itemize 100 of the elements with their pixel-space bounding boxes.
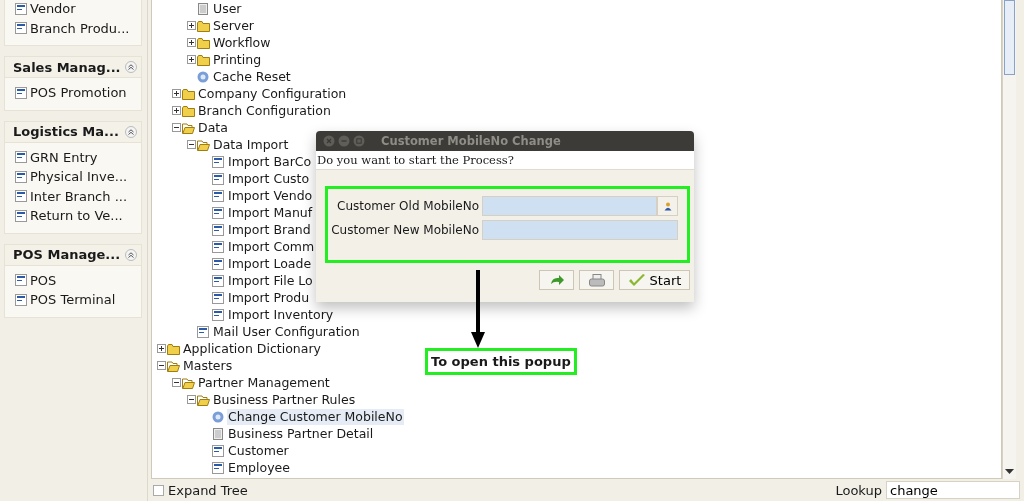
window-icon xyxy=(15,293,27,306)
expand-icon[interactable] xyxy=(172,89,181,98)
tree-item[interactable]: Import Brand xyxy=(227,221,312,238)
input-field[interactable] xyxy=(482,220,678,240)
window-icon xyxy=(15,151,27,164)
lookup-field[interactable]: change xyxy=(886,481,1020,499)
open-folder-icon xyxy=(167,359,180,372)
window-icon xyxy=(212,444,225,457)
menu-item[interactable]: POS Terminal xyxy=(30,292,116,308)
lookup-button[interactable] xyxy=(657,196,678,216)
menu-item[interactable]: Physical Inve... xyxy=(30,169,128,185)
window-icon xyxy=(212,240,225,253)
tree-item[interactable]: Mail User Configuration xyxy=(212,323,361,340)
checkbox-label[interactable]: Expand Tree xyxy=(168,482,248,498)
redo-button[interactable] xyxy=(539,270,574,290)
tree-item[interactable]: Import Comm xyxy=(227,238,316,255)
tree-item[interactable]: Data xyxy=(197,119,229,136)
checkbox[interactable] xyxy=(153,484,164,496)
tree-item[interactable]: Workflow xyxy=(212,34,272,51)
menu-item[interactable]: POS Promotion xyxy=(30,85,127,101)
tree-item[interactable]: Import Inventory xyxy=(227,306,335,323)
menu-item[interactable]: GRN Entry xyxy=(30,149,98,165)
field-label: Customer New MobileNo xyxy=(331,223,479,237)
field-label: Customer Old MobileNo xyxy=(336,199,479,213)
collapse-icon[interactable] xyxy=(187,395,196,404)
check-icon xyxy=(627,273,646,287)
curved-arrow-icon xyxy=(548,274,565,286)
print-button[interactable] xyxy=(579,270,614,290)
tree-item[interactable]: Import File Lo xyxy=(227,272,314,289)
window-icon xyxy=(15,86,27,99)
tree-item[interactable]: Partner Management xyxy=(197,374,331,391)
folder-icon xyxy=(197,19,210,32)
document-icon xyxy=(212,427,225,440)
panel-title: Sales Manag... xyxy=(13,59,121,75)
tree-item[interactable]: Import BarCo xyxy=(227,153,313,170)
scrollbar[interactable] xyxy=(1002,0,1016,479)
menu-item[interactable]: Return to Ve... xyxy=(30,208,123,224)
folder-icon xyxy=(167,342,180,355)
gear-icon xyxy=(197,70,210,83)
window-icon xyxy=(15,170,27,183)
window-icon xyxy=(15,274,27,287)
window-icon xyxy=(212,291,225,304)
window-title: Customer MobileNo Change xyxy=(381,134,561,148)
folder-icon xyxy=(182,87,195,100)
person-icon xyxy=(663,201,672,211)
panel-title: POS Manage... xyxy=(13,247,121,262)
expand-icon[interactable] xyxy=(187,38,196,47)
panel-title: Logistics Ma... xyxy=(13,124,119,139)
collapse-icon[interactable] xyxy=(172,378,181,387)
tree-item[interactable]: Application Dictionary xyxy=(182,340,322,357)
window-icon xyxy=(15,22,27,35)
window-icon xyxy=(212,155,225,168)
window-icon xyxy=(212,172,225,185)
tree-item[interactable]: Branch Configuration xyxy=(197,102,332,119)
collapse-icon[interactable] xyxy=(172,123,181,132)
start-button[interactable]: Start xyxy=(619,270,690,290)
menu-item[interactable]: Vendor xyxy=(30,1,76,17)
open-folder-icon xyxy=(182,376,195,389)
input-field[interactable] xyxy=(482,196,657,216)
window-icon xyxy=(212,257,225,270)
expand-icon[interactable] xyxy=(172,106,181,115)
annotation-label: To open this popup xyxy=(425,348,577,375)
tree-item[interactable]: Cache Reset xyxy=(212,68,292,85)
tree-item[interactable]: Business Partner Rules xyxy=(212,391,357,408)
window-icon xyxy=(212,223,225,236)
scroll-down-icon[interactable] xyxy=(1005,469,1014,475)
folder-icon xyxy=(197,36,210,49)
collapse-icon[interactable] xyxy=(187,140,196,149)
window-icon xyxy=(197,325,210,338)
printer-icon xyxy=(588,273,605,287)
tree-item[interactable]: Change Customer MobileNo xyxy=(227,408,404,425)
expand-icon[interactable] xyxy=(187,21,196,30)
tree-item[interactable]: Import Vendo xyxy=(227,187,314,204)
tree-item[interactable]: Masters xyxy=(182,357,234,374)
folder-icon xyxy=(182,104,195,117)
tree-item[interactable]: Import Custo xyxy=(227,170,311,187)
expand-icon[interactable] xyxy=(187,55,196,64)
open-folder-icon xyxy=(197,138,210,151)
tree-item[interactable]: Business Partner Detail xyxy=(227,425,375,442)
tree-item[interactable]: Import Loade xyxy=(227,255,313,272)
tree-item[interactable]: Server xyxy=(212,17,255,34)
menu-item[interactable]: Inter Branch ... xyxy=(30,188,128,204)
tree-item[interactable]: Data Import xyxy=(212,136,290,153)
menu-item[interactable]: Branch Produ... xyxy=(30,20,130,36)
tree-item[interactable]: Import Manuf xyxy=(227,204,314,221)
window-icon xyxy=(15,209,27,222)
open-folder-icon xyxy=(197,393,210,406)
tree-item[interactable]: Employee xyxy=(227,459,291,476)
collapse-icon[interactable] xyxy=(157,361,166,370)
lookup-label: Lookup xyxy=(835,482,882,498)
expand-icon[interactable] xyxy=(157,344,166,353)
tree-item[interactable]: Printing xyxy=(212,51,263,68)
tree-item[interactable]: Customer xyxy=(227,442,290,459)
tree-item[interactable]: Import Produ xyxy=(227,289,311,306)
tree-item[interactable]: Company Configuration xyxy=(197,85,348,102)
window-icon xyxy=(15,190,27,203)
menu-item[interactable]: POS xyxy=(30,272,57,288)
tree-item[interactable]: User xyxy=(212,0,243,17)
window-icon xyxy=(212,461,225,474)
scrollbar-thumb[interactable] xyxy=(1004,0,1015,75)
